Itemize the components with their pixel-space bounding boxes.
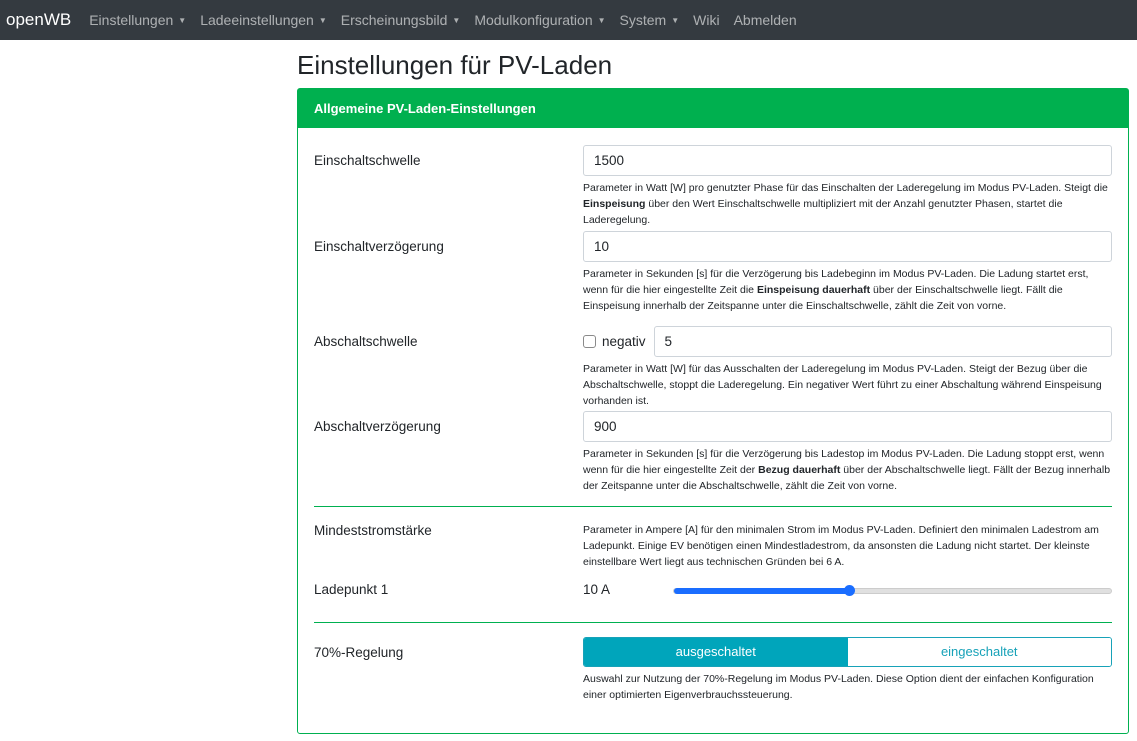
abschaltverzoegerung-label: Abschaltverzögerung	[314, 419, 441, 434]
slider-fill	[674, 588, 849, 594]
abschaltverzoegerung-input[interactable]: 900	[583, 411, 1112, 442]
abschaltschwelle-input[interactable]: 5	[653, 326, 1112, 357]
nav-label: System	[619, 12, 667, 28]
caret-down-icon: ▼	[318, 15, 327, 25]
abschaltverzoegerung-help: Parameter in Sekunden [s] für die Verzög…	[583, 448, 1111, 492]
ladestrom-slider[interactable]	[673, 585, 1112, 596]
caret-down-icon: ▼	[597, 15, 606, 25]
nav-label: Ladeeinstellungen	[200, 12, 314, 28]
nav-system[interactable]: System ▼	[620, 12, 680, 28]
brand-logo[interactable]: openWB	[6, 10, 71, 30]
negativ-label[interactable]: negativ	[602, 334, 646, 349]
einschaltschwelle-label: Einschaltschwelle	[314, 153, 421, 168]
nav-ladeeinstellungen[interactable]: Ladeeinstellungen ▼	[200, 12, 327, 28]
navbar: openWB Einstellungen ▼ Ladeeinstellungen ▼…	[0, 0, 1137, 40]
page-title: Einstellungen für PV-Laden	[297, 50, 613, 80]
nav-erscheinungsbild[interactable]: Erscheinungsbild ▼	[341, 12, 461, 28]
caret-down-icon: ▼	[671, 15, 680, 25]
divider	[314, 506, 1112, 507]
nav-abmelden[interactable]: Abmelden	[734, 12, 797, 28]
einschaltverzoegerung-help: Parameter in Sekunden [s] für die Verzög…	[583, 268, 1089, 312]
regelung70-help: Auswahl zur Nutzung der 70%-Regelung im …	[583, 673, 1094, 701]
ladestrom-value: 10 A	[583, 582, 611, 597]
abschaltschwelle-help: Parameter in Watt [W] für das Ausschalte…	[583, 363, 1102, 407]
eingeschaltet-button[interactable]: eingeschaltet	[847, 638, 1111, 666]
nav-label: Modulkonfiguration	[474, 12, 593, 28]
settings-card: Allgemeine PV-Laden-Einstellungen Einsch…	[297, 88, 1129, 734]
einschaltschwelle-input[interactable]: 1500	[583, 145, 1112, 176]
nav-modulkonfiguration[interactable]: Modulkonfiguration ▼	[474, 12, 605, 28]
card-title: Allgemeine PV-Laden-Einstellungen	[298, 89, 1128, 128]
caret-down-icon: ▼	[452, 15, 461, 25]
nav-label: Einstellungen	[89, 12, 174, 28]
regelung70-label: 70%-Regelung	[314, 645, 404, 660]
divider	[314, 622, 1112, 623]
einschaltschwelle-help: Parameter in Watt [W] pro genutzter Phas…	[583, 182, 1108, 226]
regelung70-toggle: ausgeschaltet eingeschaltet	[583, 637, 1112, 667]
negativ-checkbox[interactable]	[583, 335, 596, 348]
ausgeschaltet-button[interactable]: ausgeschaltet	[584, 638, 848, 666]
mindeststrom-help: Parameter in Ampere [A] für den minimale…	[583, 524, 1099, 568]
abschaltschwelle-label: Abschaltschwelle	[314, 334, 418, 349]
einschaltverzoegerung-label: Einschaltverzögerung	[314, 239, 444, 254]
einschaltverzoegerung-input[interactable]: 10	[583, 231, 1112, 262]
slider-thumb[interactable]	[843, 585, 855, 596]
nav-einstellungen[interactable]: Einstellungen ▼	[89, 12, 186, 28]
nav-label: Erscheinungsbild	[340, 12, 448, 28]
mindeststrom-label: Mindeststromstärke	[314, 523, 432, 538]
ladepunkt-label: Ladepunkt 1	[314, 582, 389, 597]
nav-wiki[interactable]: Wiki	[693, 12, 719, 28]
caret-down-icon: ▼	[178, 15, 187, 25]
